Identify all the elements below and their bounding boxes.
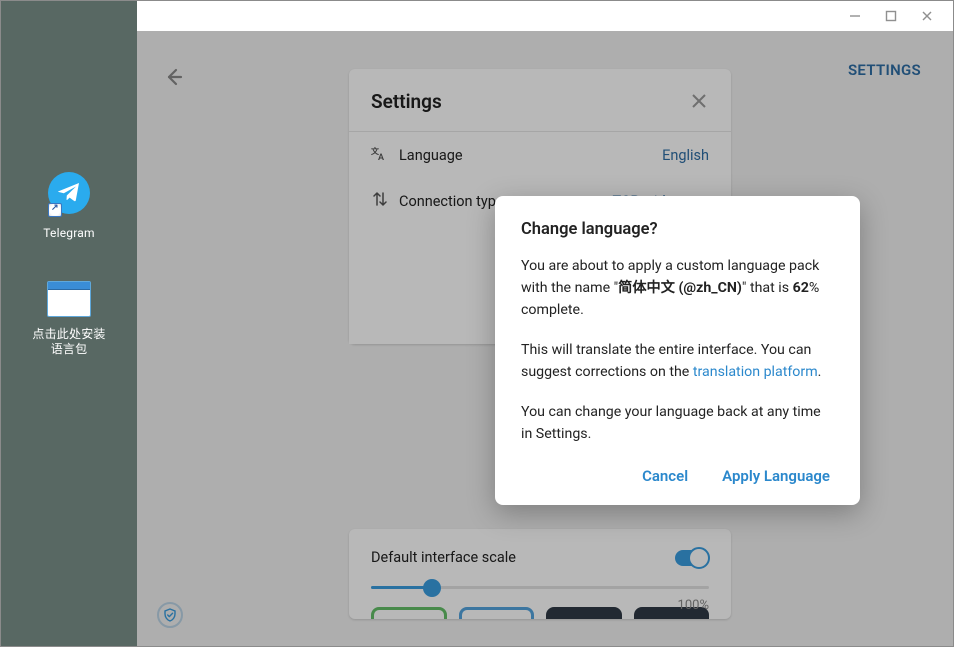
modal-body-1: You are about to apply a custom language… <box>521 255 834 321</box>
desktop-area: Telegram 点击此处安装 语言包 <box>1 1 137 646</box>
shortcut-badge-icon <box>48 203 62 217</box>
change-language-modal: Change language? You are about to apply … <box>495 196 860 505</box>
titlebar <box>137 1 953 31</box>
apply-language-button[interactable]: Apply Language <box>722 467 830 485</box>
desktop-icon-language-pack[interactable]: 点击此处安装 语言包 <box>19 275 119 357</box>
modal-title: Change language? <box>521 220 834 239</box>
close-button[interactable] <box>909 4 945 28</box>
modal-body-2: This will translate the entire interface… <box>521 339 834 383</box>
modal-body-3: You can change your language back at any… <box>521 401 834 445</box>
cancel-button[interactable]: Cancel <box>642 467 688 485</box>
desktop-icon-label: Telegram <box>19 226 119 241</box>
window-icon <box>47 281 91 317</box>
translation-platform-link[interactable]: translation platform <box>693 364 818 380</box>
maximize-button[interactable] <box>873 4 909 28</box>
minimize-button[interactable] <box>837 4 873 28</box>
desktop-icon-label: 点击此处安装 语言包 <box>19 327 119 357</box>
desktop-icon-telegram[interactable]: Telegram <box>19 169 119 241</box>
telegram-window: SETTINGS Settings 文A Language English <box>137 1 953 646</box>
